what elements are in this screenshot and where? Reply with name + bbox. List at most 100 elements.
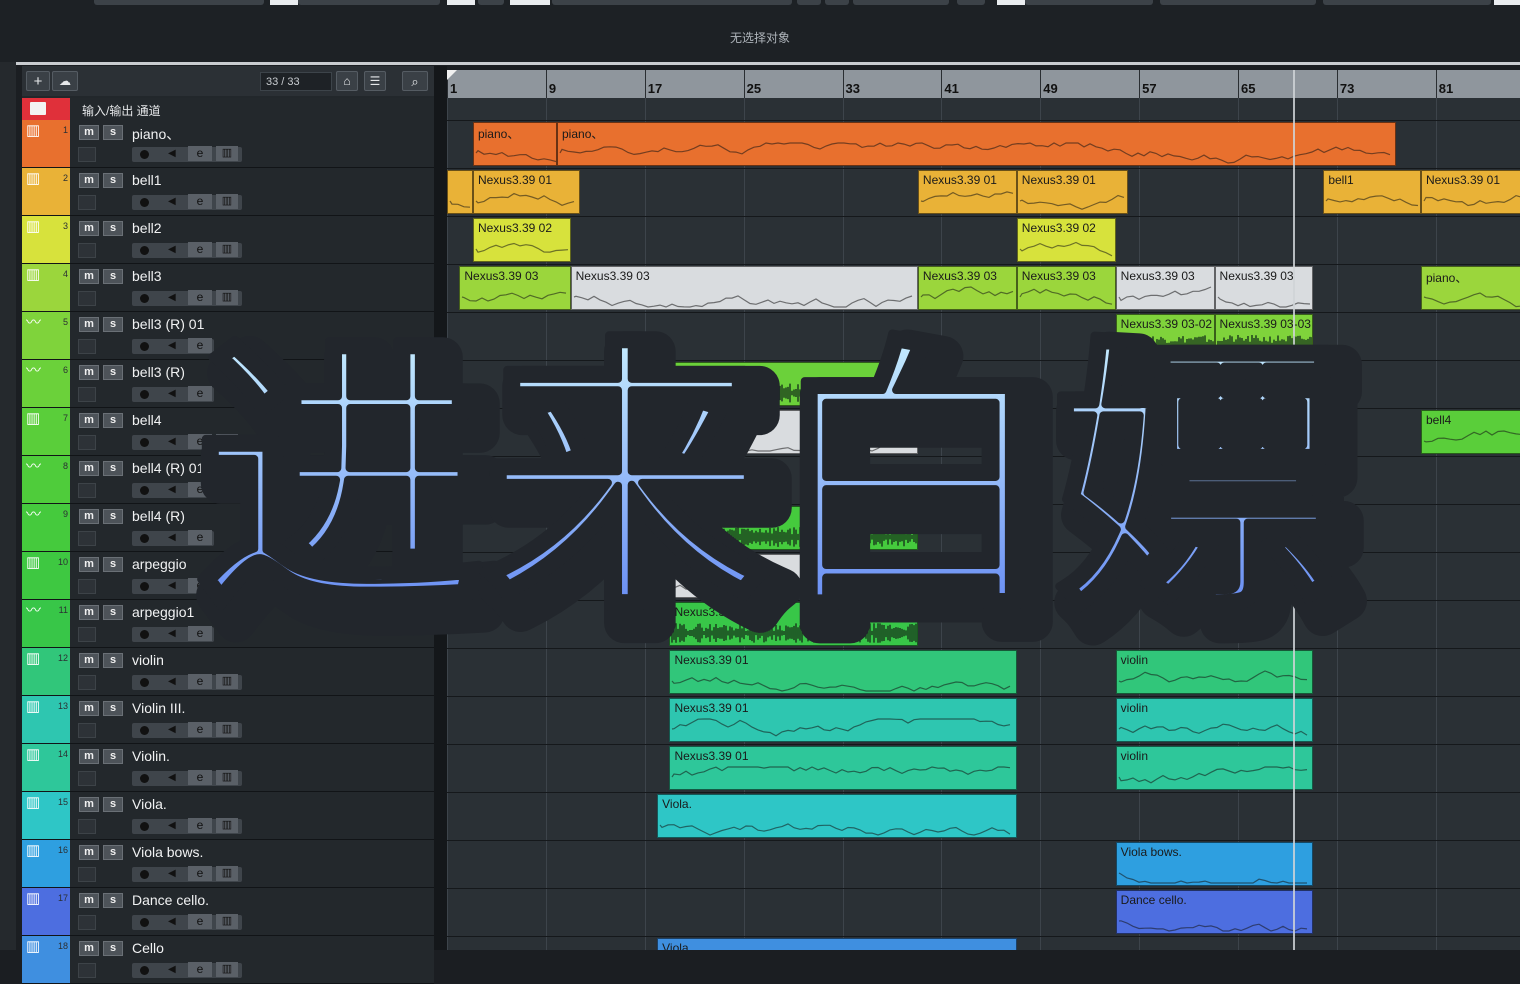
solo-button[interactable]: s xyxy=(103,941,123,956)
toolbar-field[interactable] xyxy=(510,0,550,5)
track-name[interactable]: bell4 (R) xyxy=(132,508,185,524)
timeline-ruler[interactable]: 1 9 17 25 33 41 49 57 65 73 81 xyxy=(447,70,1520,98)
midi-part[interactable]: Nexus3.39 01 xyxy=(917,170,1017,214)
edit-channel-button[interactable]: e xyxy=(188,242,212,257)
track-row[interactable]: 〰 9 m s bell4 (R) ◀ e xyxy=(22,504,434,552)
midi-part[interactable]: piano、 xyxy=(557,122,1397,166)
track-name[interactable]: violin xyxy=(132,652,164,668)
edit-channel-button[interactable]: e xyxy=(188,146,212,161)
track-row[interactable]: ▥ 2 m s bell1 ◀ e ▥ xyxy=(22,168,434,216)
record-enable-icon[interactable] xyxy=(140,726,149,735)
monitor-icon[interactable]: ◀ xyxy=(168,964,176,975)
track-expand-toggle[interactable] xyxy=(78,339,96,354)
record-enable-icon[interactable] xyxy=(140,630,149,639)
record-enable-icon[interactable] xyxy=(140,534,149,543)
toolbar-field[interactable] xyxy=(478,0,504,5)
track-row[interactable]: 〰 11 m s arpeggio1 ◀ e xyxy=(22,600,434,648)
mute-button[interactable]: m xyxy=(79,941,99,956)
track-row[interactable]: ▥ 16 m s Viola bows. ◀ e ▥ xyxy=(22,840,434,888)
track-name[interactable]: bell3 (R) 01 xyxy=(132,316,204,332)
monitor-icon[interactable]: ◀ xyxy=(168,772,176,783)
record-enable-icon[interactable] xyxy=(140,294,149,303)
record-enable-icon[interactable] xyxy=(140,198,149,207)
track-name[interactable]: arpeggio1 xyxy=(132,604,194,620)
midi-part[interactable]: Nexus3.39 03 xyxy=(1214,266,1314,310)
edit-channel-button[interactable]: e xyxy=(188,914,212,929)
solo-button[interactable]: s xyxy=(103,173,123,188)
solo-button[interactable]: s xyxy=(103,125,123,140)
instrument-editor-icon[interactable]: ▥ xyxy=(216,770,238,785)
track-color-bar[interactable]: ▥ 3 xyxy=(22,216,70,263)
mute-button[interactable]: m xyxy=(79,317,99,332)
record-enable-icon[interactable] xyxy=(140,774,149,783)
audio-event[interactable]: Nexus3.39 01-01 xyxy=(669,602,918,646)
edit-channel-button[interactable]: e xyxy=(188,626,212,641)
track-color-bar[interactable]: ▥ 15 xyxy=(22,792,70,839)
track-name[interactable]: bell3 xyxy=(132,268,162,284)
solo-button[interactable]: s xyxy=(103,413,123,428)
toolbar-field[interactable] xyxy=(797,0,821,5)
track-row[interactable]: ▥ 17 m s Dance cello. ◀ e ▥ xyxy=(22,888,434,936)
instrument-editor-icon[interactable]: ▥ xyxy=(216,914,238,929)
midi-part[interactable]: Nexus3.39 02 xyxy=(472,218,571,262)
midi-part[interactable]: Nexus3.39 01 xyxy=(644,554,918,598)
track-expand-toggle[interactable] xyxy=(78,627,96,642)
track-expand-toggle[interactable] xyxy=(78,195,96,210)
track-expand-toggle[interactable] xyxy=(78,867,96,882)
edit-channel-button[interactable]: e xyxy=(188,386,212,401)
io-channels-folder-track[interactable]: 输入/输出 通道 xyxy=(22,98,434,121)
midi-part[interactable]: Nexus3.39 03 xyxy=(459,266,571,310)
track-expand-toggle[interactable] xyxy=(78,483,96,498)
track-color-bar[interactable]: ▥ 14 xyxy=(22,744,70,791)
monitor-icon[interactable]: ◀ xyxy=(168,244,176,255)
playhead-cursor[interactable] xyxy=(1293,70,1295,950)
midi-part[interactable]: bell4 xyxy=(1420,410,1520,454)
track-name[interactable]: bell4 xyxy=(132,412,162,428)
track-row[interactable]: ▥ 1 m s piano、 ◀ e ▥ xyxy=(22,120,434,168)
track-expand-toggle[interactable] xyxy=(78,675,96,690)
mute-button[interactable]: m xyxy=(79,653,99,668)
track-color-bar[interactable]: ▥ 4 xyxy=(22,264,70,311)
instrument-editor-icon[interactable]: ▥ xyxy=(216,866,238,881)
toolbar-field[interactable] xyxy=(270,0,298,5)
monitor-icon[interactable]: ◀ xyxy=(168,532,176,543)
record-enable-icon[interactable] xyxy=(140,342,149,351)
track-row[interactable]: ▥ 7 m s bell4 ◀ e ▥ xyxy=(22,408,434,456)
midi-part[interactable]: Nexus3.39 02 xyxy=(1016,218,1116,262)
midi-part[interactable]: Nexus3.39 01 xyxy=(1016,170,1129,214)
midi-part[interactable]: violin xyxy=(1115,746,1314,790)
midi-part[interactable]: piano、 xyxy=(472,122,557,166)
midi-part[interactable] xyxy=(447,170,473,214)
solo-button[interactable]: s xyxy=(103,893,123,908)
record-enable-icon[interactable] xyxy=(140,966,149,975)
midi-part[interactable]: Nexus3.39 01 xyxy=(1420,170,1520,214)
track-row[interactable]: ▥ 18 m s Cello ◀ e ▥ xyxy=(22,936,434,984)
track-row[interactable]: 〰 5 m s bell3 (R) 01 ◀ e xyxy=(22,312,434,360)
midi-part[interactable]: Nexus3.39 03 xyxy=(917,266,1017,310)
solo-button[interactable]: s xyxy=(103,365,123,380)
track-row[interactable]: ▥ 12 m s violin ◀ e ▥ xyxy=(22,648,434,696)
track-list-divider[interactable] xyxy=(434,66,447,950)
monitor-icon[interactable]: ◀ xyxy=(168,820,176,831)
solo-button[interactable]: s xyxy=(103,797,123,812)
record-enable-icon[interactable] xyxy=(140,918,149,927)
toolbar-field[interactable] xyxy=(94,0,264,5)
monitor-icon[interactable]: ◀ xyxy=(168,628,176,639)
audio-event[interactable] xyxy=(644,506,918,550)
toolbar-field[interactable] xyxy=(552,0,792,5)
track-expand-toggle[interactable] xyxy=(78,435,96,450)
audio-event[interactable] xyxy=(644,362,918,406)
track-expand-toggle[interactable] xyxy=(78,531,96,546)
midi-part[interactable]: Nexus3.39 01 xyxy=(669,746,1017,790)
instrument-editor-icon[interactable]: ▥ xyxy=(216,146,238,161)
track-row[interactable]: ▥ 14 m s Violin. ◀ e ▥ xyxy=(22,744,434,792)
track-color-bar[interactable]: ▥ 2 xyxy=(22,168,70,215)
track-name[interactable]: Violin. xyxy=(132,748,170,764)
edit-channel-button[interactable]: e xyxy=(188,962,212,977)
record-enable-icon[interactable] xyxy=(140,246,149,255)
monitor-icon[interactable]: ◀ xyxy=(168,580,176,591)
edit-channel-button[interactable]: e xyxy=(188,578,212,593)
audio-event[interactable]: Nexus3.39 03-03 xyxy=(1214,314,1314,358)
track-row[interactable]: 〰 8 m s bell4 (R) 01 ◀ e xyxy=(22,456,434,504)
left-locator-marker[interactable] xyxy=(447,70,457,80)
